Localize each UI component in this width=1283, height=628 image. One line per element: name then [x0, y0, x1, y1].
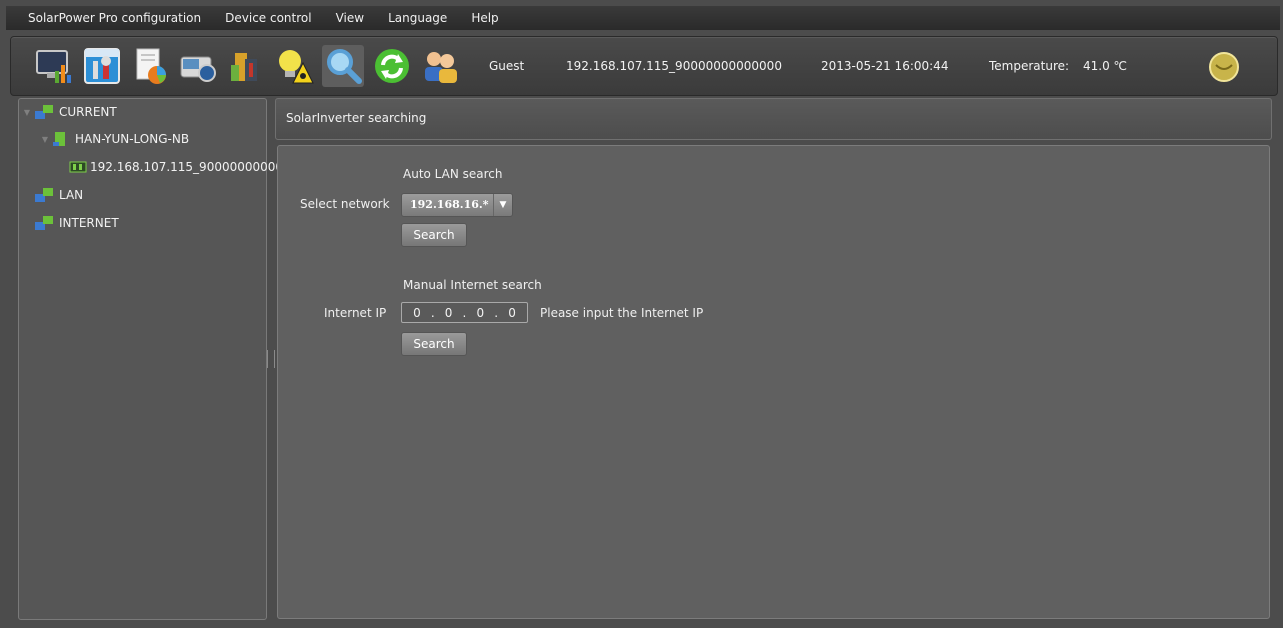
tree-label-internet: INTERNET — [59, 216, 119, 230]
tree-node-host[interactable]: ▼ HAN-YUN-LONG-NB — [39, 129, 189, 149]
app-window: SolarPower Pro configuration Device cont… — [0, 0, 1283, 628]
network-icon — [35, 216, 53, 230]
device-tree: ▼ CURRENT ▼ HAN-YUN-LONG-NB 192.168.107.… — [18, 98, 283, 620]
buildings-icon[interactable] — [225, 45, 267, 87]
user-name: Guest — [489, 59, 525, 73]
menu-solarpower-config[interactable]: SolarPower Pro configuration — [6, 6, 213, 30]
refresh-icon[interactable] — [371, 45, 413, 87]
energy-bulb-icon[interactable] — [273, 45, 315, 87]
ip-octet-4[interactable]: 0 — [508, 306, 516, 320]
monitor-icon[interactable] — [33, 45, 75, 87]
content-header: SolarInverter searching — [275, 98, 1272, 140]
ip-octet-1[interactable]: 0 — [413, 306, 421, 320]
ip-octet-2[interactable]: 0 — [445, 306, 453, 320]
tree-label-current: CURRENT — [59, 105, 117, 119]
tree-label-lan: LAN — [59, 188, 84, 202]
camera-icon[interactable] — [177, 45, 219, 87]
menu-help[interactable]: Help — [459, 6, 510, 30]
status-light-icon — [1208, 51, 1240, 83]
internet-ip-hint: Please input the Internet IP — [540, 306, 704, 320]
tree-node-lan[interactable]: LAN — [33, 185, 83, 205]
tree-node-device[interactable]: 192.168.107.115_90000000000 — [69, 157, 283, 177]
temperature-label: Temperature: — [989, 59, 1070, 73]
users-icon[interactable] — [419, 45, 461, 87]
expand-arrow-icon[interactable]: ▼ — [21, 108, 33, 117]
search-icon[interactable] — [322, 45, 364, 87]
tools-icon[interactable] — [81, 45, 123, 87]
datetime: 2013-05-21 16:00:44 — [821, 59, 949, 73]
network-icon — [35, 188, 53, 202]
internet-search-button[interactable]: Search — [401, 332, 467, 356]
menu-language[interactable]: Language — [376, 6, 459, 30]
internet-ip-input[interactable]: 0 . 0 . 0 . 0 — [401, 302, 528, 323]
ip-dot: . — [494, 305, 499, 320]
select-network-label: Select network — [300, 197, 390, 211]
menu-device-control[interactable]: Device control — [213, 6, 323, 30]
expand-arrow-icon[interactable]: ▼ — [39, 135, 51, 144]
panel-splitter[interactable] — [267, 350, 275, 368]
network-select-value: 192.168.16.* — [410, 198, 489, 211]
ip-dot: . — [430, 305, 435, 320]
page-title: SolarInverter searching — [286, 111, 427, 125]
menu-bar: SolarPower Pro configuration Device cont… — [6, 6, 1280, 30]
toolbar: Guest 192.168.107.115_90000000000000 201… — [10, 36, 1278, 96]
network-icon — [35, 105, 53, 119]
tree-node-internet[interactable]: INTERNET — [33, 213, 119, 233]
chevron-down-icon[interactable]: ▼ — [493, 194, 512, 216]
network-select[interactable]: 192.168.16.* ▼ — [401, 193, 513, 217]
search-panel: Auto LAN search Select network 192.168.1… — [277, 145, 1270, 619]
ip-dot: . — [462, 305, 467, 320]
report-icon[interactable] — [129, 45, 171, 87]
tree-node-current[interactable]: ▼ CURRENT — [21, 102, 117, 122]
ip-octet-3[interactable]: 0 — [477, 306, 485, 320]
lan-search-button[interactable]: Search — [401, 223, 467, 247]
computer-icon — [53, 132, 65, 146]
temperature-value: 41.0 ℃ — [1083, 59, 1128, 73]
device-id: 192.168.107.115_90000000000000 — [566, 59, 782, 73]
auto-lan-heading: Auto LAN search — [403, 167, 503, 181]
tree-label-device: 192.168.107.115_90000000000 — [90, 160, 284, 174]
tree-label-host: HAN-YUN-LONG-NB — [75, 132, 190, 146]
inverter-icon — [69, 161, 87, 173]
internet-ip-label: Internet IP — [324, 306, 387, 320]
manual-internet-heading: Manual Internet search — [403, 278, 542, 292]
menu-view[interactable]: View — [324, 6, 376, 30]
